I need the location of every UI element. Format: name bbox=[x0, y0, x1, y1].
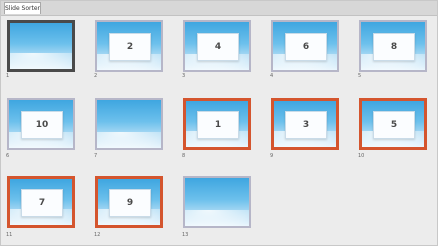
slide-number: 8 bbox=[182, 153, 186, 159]
slide-number: 6 bbox=[6, 153, 10, 159]
slide-number: 3 bbox=[182, 73, 186, 79]
slide-card: 2 bbox=[108, 32, 152, 62]
background-wave bbox=[97, 132, 161, 148]
slide-thumbnail[interactable]: 4 bbox=[183, 20, 251, 72]
slide-card: 10 bbox=[20, 110, 64, 140]
slide-number: 11 bbox=[6, 232, 13, 238]
slide-thumbnail[interactable]: 2 bbox=[95, 20, 163, 72]
background-wave bbox=[10, 53, 72, 69]
slide-card: 6 bbox=[284, 32, 328, 62]
slide-number: 12 bbox=[94, 232, 101, 238]
slide-number: 9 bbox=[270, 153, 274, 159]
slide-number: 13 bbox=[182, 232, 189, 238]
slide-thumbnail[interactable] bbox=[183, 176, 251, 228]
slide-card: 3 bbox=[285, 111, 327, 139]
slide-card: 8 bbox=[372, 32, 416, 62]
slide-number: 4 bbox=[270, 73, 274, 79]
slide-thumbnail[interactable]: 10 bbox=[7, 98, 75, 150]
slide-card: 9 bbox=[109, 189, 151, 217]
slide-card: 5 bbox=[373, 111, 415, 139]
slide-number: 1 bbox=[6, 73, 10, 79]
slide-grid: 1 2 2 4 3 6 4 8 5 10 6 7 1 8 3 9 5 10 7 … bbox=[0, 0, 438, 246]
slide-number: 2 bbox=[94, 73, 98, 79]
slide-thumbnail[interactable]: 6 bbox=[271, 20, 339, 72]
slide-thumbnail[interactable]: 1 bbox=[183, 98, 251, 150]
slide-card: 1 bbox=[197, 111, 239, 139]
slide-thumbnail[interactable] bbox=[95, 98, 163, 150]
slide-number: 10 bbox=[358, 153, 365, 159]
slide-thumbnail[interactable] bbox=[7, 20, 75, 72]
background-wave bbox=[185, 210, 249, 226]
slide-thumbnail[interactable]: 3 bbox=[271, 98, 339, 150]
slide-card: 4 bbox=[196, 32, 240, 62]
slide-number: 7 bbox=[94, 153, 98, 159]
slide-thumbnail[interactable]: 8 bbox=[359, 20, 427, 72]
slide-thumbnail[interactable]: 9 bbox=[95, 176, 163, 228]
slide-thumbnail[interactable]: 5 bbox=[359, 98, 427, 150]
slide-thumbnail[interactable]: 7 bbox=[7, 176, 75, 228]
slide-card: 7 bbox=[21, 189, 63, 217]
slide-number: 5 bbox=[358, 73, 362, 79]
